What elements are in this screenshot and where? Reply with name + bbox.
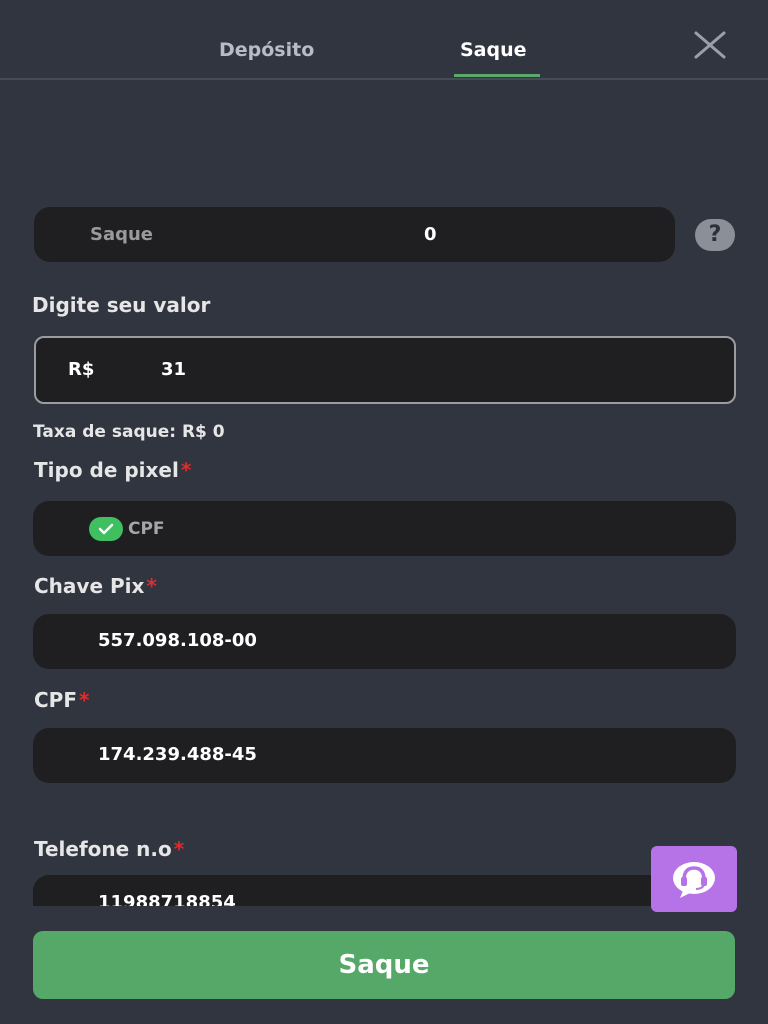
phone-value[interactable]: 11988718854 [98, 889, 236, 906]
amount-label: Digite seu valor [32, 293, 211, 317]
fee-label: Taxa de saque: [33, 422, 177, 442]
cpf-input[interactable]: 174.239.488-45 [33, 728, 736, 783]
pix-key-value[interactable]: 557.098.108-00 [98, 627, 257, 655]
required-mark: * [146, 574, 157, 598]
amount-value[interactable]: 31 [161, 356, 186, 384]
balance-label: Saque [90, 224, 154, 245]
fee-value: R$ 0 [181, 422, 225, 442]
pix-key-label-text: Chave Pix [34, 574, 145, 598]
required-mark: * [173, 837, 185, 861]
phone-input[interactable]: 11988718854 [33, 875, 736, 906]
pix-key-input[interactable]: 557.098.108-00 [33, 614, 736, 669]
pix-type-value: CPF [128, 519, 165, 539]
cpf-label-text: CPF [34, 688, 77, 712]
help-icon[interactable]: ? [695, 219, 735, 251]
tab-saque[interactable]: Saque [460, 36, 527, 64]
required-mark: * [180, 458, 192, 482]
pix-type-label: Tipo de pixel * [34, 456, 191, 484]
balance-display: Saque 0 [34, 207, 675, 262]
amount-input[interactable]: R$ 31 [34, 336, 736, 404]
close-icon[interactable] [690, 27, 730, 67]
cpf-label: CPF * [34, 686, 89, 714]
header-tabs: Depósito Saque [0, 0, 768, 80]
phone-label: Telefone n.o * [34, 835, 184, 863]
cpf-value[interactable]: 174.239.488-45 [98, 741, 257, 769]
withdraw-button[interactable]: Saque [33, 931, 735, 999]
pix-key-label: Chave Pix * [34, 572, 157, 600]
required-mark: * [79, 688, 90, 712]
pix-type-option-cpf[interactable]: CPF [33, 501, 736, 556]
customer-support-button[interactable] [651, 846, 737, 912]
active-tab-indicator [454, 74, 540, 77]
withdrawal-fee: Taxa de saque: R$ 0 [33, 420, 225, 444]
headset-icon [673, 862, 715, 898]
tab-deposito[interactable]: Depósito [219, 36, 314, 64]
pix-type-label-text: Tipo de pixel [34, 458, 179, 482]
phone-label-text: Telefone n.o [34, 837, 172, 861]
check-icon [89, 517, 123, 541]
balance-value: 0 [424, 224, 437, 245]
currency-prefix: R$ [68, 359, 95, 380]
